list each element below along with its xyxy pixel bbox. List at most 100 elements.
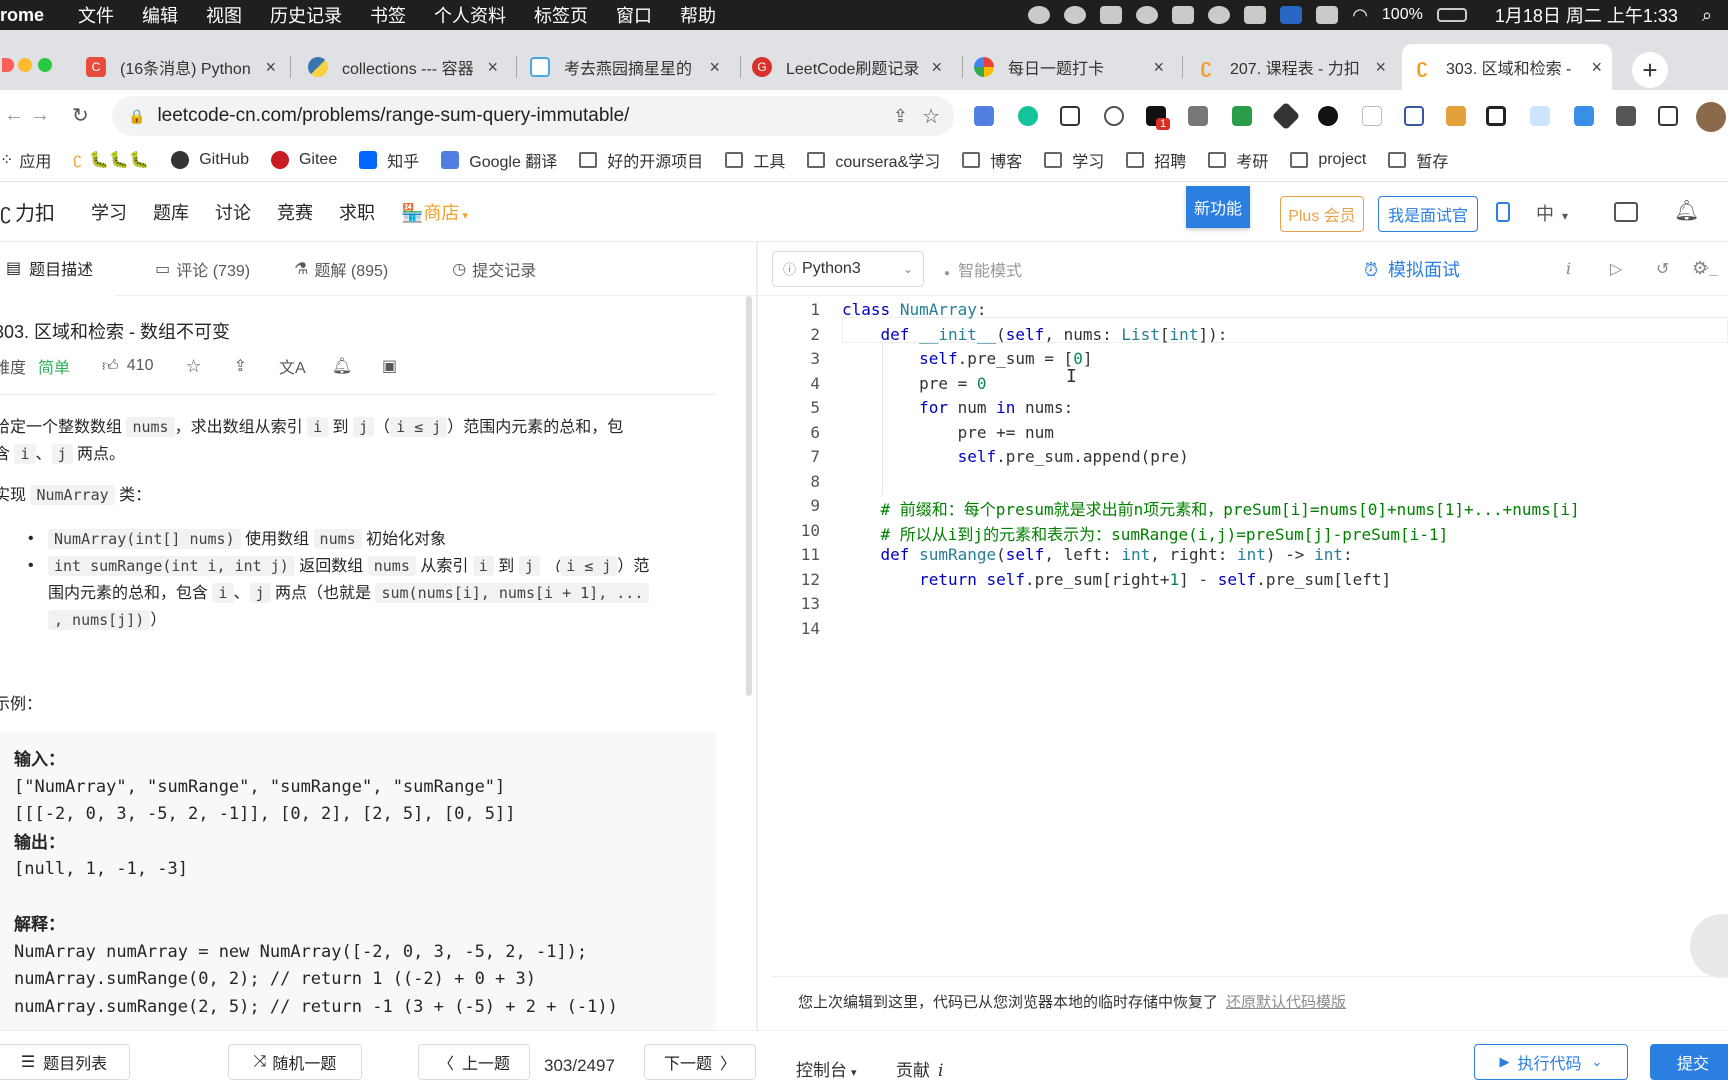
- menu-window[interactable]: 窗口: [616, 2, 652, 28]
- nav-contest[interactable]: 竞赛: [277, 199, 313, 225]
- code-editor[interactable]: 1 2 3 4 5 6 7 8 9 10 11 12 13 14 class N…: [772, 296, 1728, 976]
- nav-learn[interactable]: 学习: [91, 199, 127, 225]
- avatar[interactable]: [1696, 102, 1726, 132]
- info-icon[interactable]: i: [1566, 259, 1571, 278]
- reset-icon[interactable]: ↺: [1656, 259, 1669, 279]
- smart-mode-toggle[interactable]: ● 智能模式: [944, 257, 1022, 281]
- star-icon[interactable]: ☆: [185, 356, 201, 377]
- close-tab-icon[interactable]: ×: [1375, 57, 1386, 78]
- extension-icon[interactable]: [1404, 106, 1424, 126]
- problem-list-button[interactable]: ☰ 题目列表: [0, 1044, 130, 1080]
- browser-tab[interactable]: G LeetCode刷题记录 ×: [742, 44, 952, 90]
- mock-interview-button[interactable]: ⏰︎ 模拟面试: [1364, 256, 1460, 282]
- menu-help[interactable]: 帮助: [680, 2, 716, 28]
- menu-bookmarks[interactable]: 书签: [370, 2, 406, 28]
- playground-icon[interactable]: [1614, 202, 1638, 222]
- back-icon[interactable]: ←: [4, 104, 24, 127]
- browser-tab[interactable]: ʗ 207. 课程表 - 力扣 ×: [1186, 44, 1396, 90]
- bell-icon[interactable]: 🔔︎: [332, 356, 352, 376]
- bookmark-folder[interactable]: coursera&学习: [807, 148, 940, 172]
- close-tab-icon[interactable]: ×: [931, 57, 942, 78]
- bookmark-folder[interactable]: 考研: [1208, 148, 1268, 172]
- bookmark-folder[interactable]: 工具: [725, 148, 785, 172]
- translate-extension-icon[interactable]: [974, 106, 994, 126]
- new-tab-button[interactable]: +: [1632, 52, 1668, 88]
- browser-tab[interactable]: 考去燕园摘星星的 ×: [520, 44, 730, 90]
- bookmark-item[interactable]: Google 翻译: [441, 148, 557, 172]
- leetcode-logo-icon[interactable]: ʗ: [0, 199, 11, 225]
- bookmark-item[interactable]: ʗ 🐛🐛🐛: [73, 150, 149, 170]
- menu-history[interactable]: 历史记录: [270, 2, 342, 28]
- share-icon[interactable]: ⇪: [234, 356, 247, 376]
- bookmark-item[interactable]: 知乎: [359, 148, 419, 172]
- language-switch[interactable]: 中 ▾: [1536, 200, 1568, 226]
- interviewer-button[interactable]: 我是面试官: [1378, 196, 1478, 232]
- bookmark-folder[interactable]: 暂存: [1388, 148, 1448, 172]
- app-menu[interactable]: rome: [0, 5, 44, 26]
- nav-problems[interactable]: 题库: [153, 199, 189, 225]
- bell-icon[interactable]: 🔔︎: [1674, 198, 1699, 223]
- extension-icon[interactable]: [1104, 106, 1124, 126]
- bookmark-folder[interactable]: 学习: [1044, 148, 1104, 172]
- console-button[interactable]: 控制台 ▾: [796, 1056, 857, 1081]
- status-app-icon[interactable]: [1100, 6, 1123, 24]
- bookmark-folder[interactable]: 招聘: [1126, 148, 1186, 172]
- search-icon[interactable]: ⌕: [1702, 5, 1712, 26]
- forward-icon[interactable]: →: [30, 104, 50, 127]
- tab-submissions[interactable]: ◷ 提交记录: [430, 242, 558, 296]
- menu-file[interactable]: 文件: [78, 2, 114, 28]
- tab-comments[interactable]: ▭ 评论 (739): [133, 242, 272, 296]
- download-extension-icon[interactable]: [1188, 106, 1208, 126]
- pane-splitter[interactable]: [756, 242, 758, 1030]
- status-app-icon[interactable]: [1028, 6, 1051, 24]
- mobile-icon[interactable]: [1496, 202, 1510, 222]
- browser-tab-active[interactable]: ʗ 303. 区域和检索 - ×: [1402, 44, 1612, 90]
- plus-member-button[interactable]: Plus 会员: [1280, 196, 1364, 232]
- tab-solutions[interactable]: ⚗ 题解 (895): [272, 242, 410, 296]
- language-select[interactable]: ⓘ Python3 ⌄: [772, 250, 924, 287]
- browser-tab[interactable]: C (16条消息) Python ×: [76, 44, 286, 90]
- minimize-window-button[interactable]: [18, 58, 32, 72]
- browser-tab[interactable]: 每日一题打卡 ×: [964, 44, 1174, 90]
- url-text[interactable]: leetcode-cn.com/problems/range-sum-query…: [157, 105, 629, 127]
- bookmark-item[interactable]: GitHub: [171, 150, 249, 169]
- prev-problem-button[interactable]: 〈上一题: [418, 1044, 530, 1080]
- qq-icon[interactable]: [1064, 6, 1087, 24]
- sidebar-icon[interactable]: [1658, 106, 1678, 126]
- maximize-window-button[interactable]: [38, 58, 52, 72]
- tab-description[interactable]: ▤ 题目描述: [0, 241, 116, 296]
- settings-gear-icon[interactable]: ⚙: [1692, 258, 1708, 279]
- cursor-extension-icon[interactable]: [1362, 106, 1382, 126]
- send-icon[interactable]: [1172, 6, 1195, 24]
- menu-tabs[interactable]: 标签页: [534, 2, 588, 28]
- cloud-icon[interactable]: [1136, 6, 1159, 24]
- bookmark-apps[interactable]: ⁘ 应用: [0, 148, 51, 172]
- nav-discuss[interactable]: 讨论: [215, 199, 251, 225]
- reload-icon[interactable]: ↻: [72, 103, 89, 128]
- bookmark-folder[interactable]: 博客: [962, 148, 1022, 172]
- input-method-icon[interactable]: [1316, 6, 1339, 24]
- wifi-icon[interactable]: ◠: [1352, 5, 1368, 26]
- bookmark-folder[interactable]: project: [1290, 151, 1366, 169]
- extension-icon[interactable]: [1232, 106, 1252, 126]
- download-icon[interactable]: [1574, 106, 1594, 126]
- star-icon[interactable]: ☆: [922, 104, 940, 129]
- next-problem-button[interactable]: 下一题〉: [644, 1044, 756, 1080]
- address-bar[interactable]: 🔒 leetcode-cn.com/problems/range-sum-que…: [112, 96, 954, 136]
- extension-icon[interactable]: [1486, 106, 1506, 126]
- bilibili-icon[interactable]: [1208, 6, 1231, 24]
- restore-default-link[interactable]: 还原默认代码模版: [1226, 991, 1346, 1012]
- lock-icon[interactable]: 🔒: [128, 108, 145, 125]
- share-icon[interactable]: ⇪: [893, 106, 908, 127]
- puzzle-icon[interactable]: [1616, 106, 1636, 126]
- menu-view[interactable]: 视图: [206, 2, 242, 28]
- clock[interactable]: 1月18日 周二 上午1:33: [1495, 2, 1678, 28]
- play-icon[interactable]: ▷: [1610, 259, 1622, 279]
- close-tab-icon[interactable]: ×: [487, 57, 498, 78]
- browser-tab[interactable]: collections --- 容器 ×: [298, 44, 508, 90]
- close-tab-icon[interactable]: ×: [265, 57, 276, 78]
- nav-jobs[interactable]: 求职: [339, 199, 375, 225]
- close-tab-icon[interactable]: ×: [1591, 57, 1602, 78]
- battery-icon[interactable]: [1436, 8, 1467, 22]
- new-feature-badge[interactable]: 新功能: [1186, 186, 1250, 228]
